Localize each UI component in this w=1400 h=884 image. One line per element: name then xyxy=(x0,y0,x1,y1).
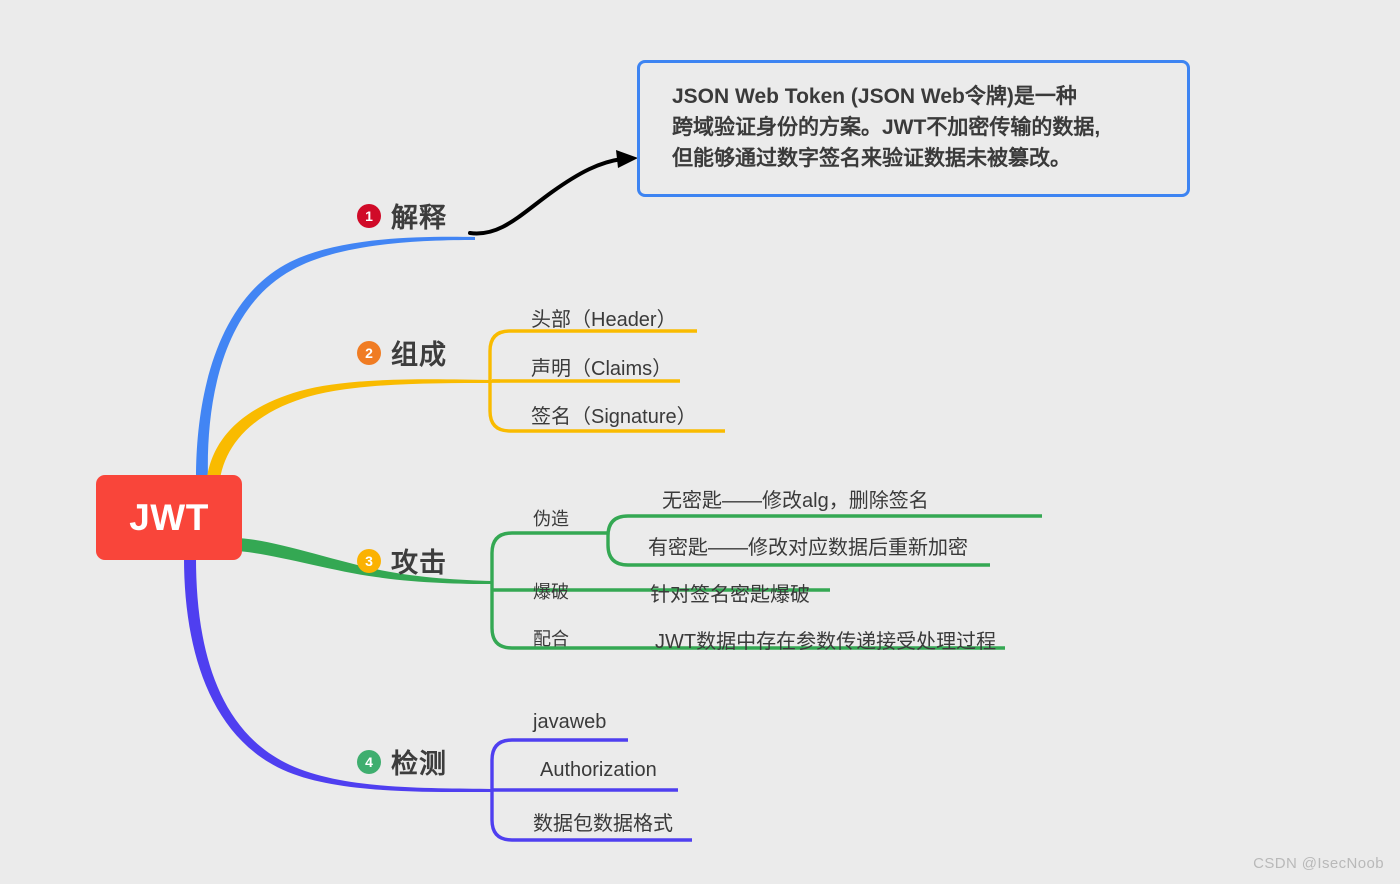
explain-callout-box[interactable]: JSON Web Token (JSON Web令牌)是一种 跨域验证身份的方案… xyxy=(637,60,1190,198)
leaf-authorization[interactable]: Authorization xyxy=(540,759,657,782)
branch-label-compose[interactable]: 2 组成 xyxy=(357,333,447,372)
branch-badge-2: 2 xyxy=(357,340,381,365)
leaf-claims[interactable]: 声明（Claims） xyxy=(531,352,672,381)
callout-connector-arrow xyxy=(468,150,638,236)
leaf-forge[interactable]: 伪造 xyxy=(533,505,569,531)
branch-title-detect: 检测 xyxy=(391,749,447,779)
branch-badge-4: 4 xyxy=(357,749,381,774)
branch-label-detect[interactable]: 4 检测 xyxy=(357,742,447,781)
watermark: CSDN @IsecNoob xyxy=(1253,855,1384,872)
leaf-bruteforce[interactable]: 爆破 xyxy=(533,578,569,604)
callout-line-2: 跨域验证身份的方案。JWT不加密传输的数据, xyxy=(672,116,1101,140)
leaf-forge-with-key[interactable]: 有密匙——修改对应数据后重新加密 xyxy=(648,531,968,560)
callout-line-3: 但能够通过数字签名来验证数据未被篡改。 xyxy=(672,147,1071,171)
branch-label-explain[interactable]: 1 解释 xyxy=(357,196,447,235)
branch-badge-1: 1 xyxy=(357,203,381,228)
leaf-combine[interactable]: 配合 xyxy=(533,625,569,651)
root-node-label: JWT xyxy=(129,496,209,538)
leaf-signature[interactable]: 签名（Signature） xyxy=(531,400,697,429)
leaf-combine-detail[interactable]: JWT数据中存在参数传递接受处理过程 xyxy=(655,625,996,654)
branch-curve-compose xyxy=(206,379,492,492)
leaf-forge-no-key[interactable]: 无密匙——修改alg，删除签名 xyxy=(662,484,929,513)
branch-title-explain: 解释 xyxy=(391,203,447,233)
branch-label-attack[interactable]: 3 攻击 xyxy=(357,541,447,580)
leaf-header[interactable]: 头部（Header） xyxy=(531,303,677,332)
callout-line-1: JSON Web Token (JSON Web令牌)是一种 xyxy=(672,85,1077,108)
branch-title-compose: 组成 xyxy=(391,340,447,370)
branch-badge-3: 3 xyxy=(357,548,381,573)
root-node-jwt[interactable]: JWT xyxy=(96,475,242,560)
leaf-packet-format[interactable]: 数据包数据格式 xyxy=(533,807,673,836)
leaf-bruteforce-detail[interactable]: 针对签名密匙爆破 xyxy=(650,578,810,607)
branch-title-attack: 攻击 xyxy=(391,548,447,578)
leaf-javaweb[interactable]: javaweb xyxy=(533,711,606,734)
